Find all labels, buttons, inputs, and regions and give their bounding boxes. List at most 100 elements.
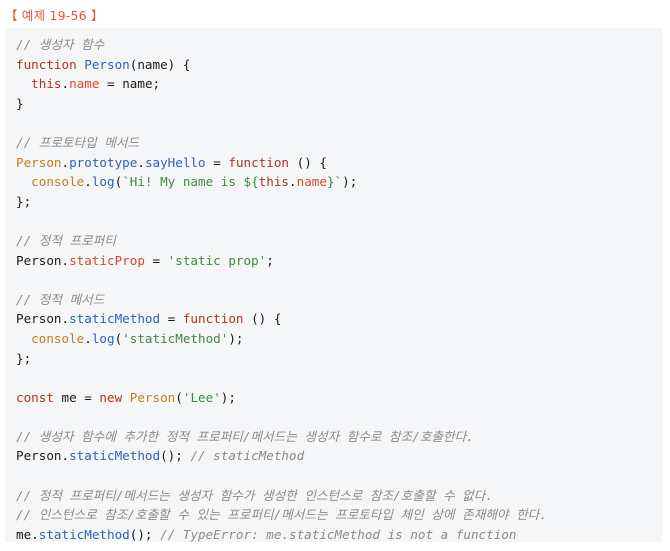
code-token-plain: }: [16, 95, 24, 111]
code-block: // 생성자 함수 function Person(name) { this.na…: [5, 28, 662, 542]
code-token-str: 'staticMethod': [122, 330, 229, 346]
code-token-plain: .: [84, 174, 92, 190]
code-line: Person.staticMethod(); // staticMethod: [16, 446, 662, 466]
code-token-comment: // 인스턴스로 참조/호출할 수 있는 프로퍼티/메서드는 프로토타입 체인 …: [16, 507, 547, 523]
code-token-plain: ();: [129, 526, 161, 542]
code-token-plain: );: [220, 389, 236, 405]
code-token-plain: );: [228, 330, 244, 346]
code-token-kw: const: [16, 389, 54, 405]
code-token-fn: staticMethod: [38, 526, 130, 542]
code-token-plain: .: [84, 330, 92, 346]
code-line: }: [16, 94, 662, 114]
code-token-plain: () {: [243, 311, 282, 327]
code-line: // 프로토타입 메서드: [16, 133, 662, 153]
code-line: Person.staticProp = 'static prop';: [16, 251, 662, 271]
code-token-plain: .: [61, 448, 70, 464]
code-token-comment: // 정적 프로퍼티: [16, 232, 116, 248]
code-line: console.log(`Hi! My name is ${this.name}…: [16, 172, 662, 192]
code-token-plain: =: [160, 311, 183, 327]
code-line: // 정적 프로퍼티/메서드는 생성자 함수가 생성한 인스턴스로 참조/호출할…: [16, 486, 662, 506]
code-token-str: }`: [326, 174, 343, 190]
code-line: // 정적 프로퍼티: [16, 231, 662, 251]
code-token-str: `Hi! My name is ${: [122, 174, 259, 190]
code-token-fn: prototype: [69, 154, 138, 170]
code-token-plain: .: [289, 174, 297, 190]
code-token-plain: .: [61, 311, 70, 327]
code-token-cls: console: [31, 330, 85, 346]
code-token-plain: Person: [16, 311, 62, 327]
code-token-kw: this: [258, 174, 290, 190]
code-line: // 인스턴스로 참조/호출할 수 있는 프로퍼티/메서드는 프로토타입 체인 …: [16, 505, 662, 525]
code-token-prop: staticProp: [69, 252, 145, 268]
code-token-plain: .: [61, 252, 70, 268]
code-token-plain: (: [175, 389, 183, 405]
code-token-cls: Person: [129, 389, 176, 405]
code-token-fn: staticMethod: [69, 311, 161, 327]
code-token-plain: .: [137, 154, 145, 170]
code-token-cls: Person: [16, 154, 62, 170]
code-token-plain: me: [16, 526, 32, 542]
code-token-plain: Person: [16, 448, 62, 464]
code-token-plain: (name) {: [129, 56, 191, 72]
code-line: // 생성자 함수에 추가한 정적 프로퍼티/메서드는 생성자 함수로 참조/호…: [16, 427, 662, 447]
code-token-str: 'static prop': [167, 252, 267, 268]
code-line: // 생성자 함수: [16, 35, 662, 55]
code-token-fn: sayHello: [144, 154, 206, 170]
code-line: console.log('staticMethod');: [16, 329, 662, 349]
code-token-comment: // staticMethod: [190, 448, 305, 464]
code-token-comment: // 정적 메서드: [16, 291, 105, 307]
code-token-plain: .: [31, 526, 39, 542]
code-token-kw: function: [182, 311, 244, 327]
code-token-plain: =: [144, 252, 168, 268]
code-token-fn: staticMethod: [69, 448, 161, 464]
code-token-fn: log: [91, 330, 115, 346]
code-token-kw: new: [99, 389, 123, 405]
code-line: const me = new Person('Lee');: [16, 388, 662, 408]
code-line: // 정적 메서드: [16, 290, 662, 310]
code-token-prop: name: [69, 76, 100, 92]
code-token-plain: );: [342, 174, 358, 190]
code-token-comment: // 프로토타입 메서드: [16, 134, 140, 150]
code-line: me.staticMethod(); // TypeError: me.stat…: [16, 525, 662, 545]
code-line: Person.prototype.sayHello = function () …: [16, 153, 662, 173]
code-line: function Person(name) {: [16, 55, 662, 75]
code-token-comment: // 생성자 함수: [16, 37, 105, 52]
code-token-plain: ;: [266, 252, 274, 268]
code-token-plain: Person: [16, 252, 62, 268]
code-line: };: [16, 192, 662, 212]
code-line: this.name = name;: [16, 74, 662, 94]
code-token-plain: };: [16, 193, 32, 209]
code-token-prop: name: [296, 174, 327, 190]
code-token-comment: // TypeError: me.staticMethod is not a f…: [160, 526, 517, 542]
code-token-kw: this: [31, 76, 62, 92]
code-token-plain: () {: [289, 154, 327, 170]
code-line: };: [16, 349, 662, 369]
example-title: 【 예제 19-56 】: [5, 8, 104, 23]
code-token-plain: = name;: [99, 76, 161, 92]
code-token-kw: function: [16, 56, 77, 72]
code-token-plain: ();: [160, 448, 191, 464]
code-token-plain: };: [16, 350, 32, 366]
code-token-plain: me =: [53, 389, 100, 405]
code-token-fn: Person: [84, 56, 130, 72]
code-token-plain: =: [205, 154, 229, 170]
code-token-cls: console: [31, 174, 85, 190]
code-token-kw: function: [228, 154, 290, 170]
code-token-plain: .: [61, 154, 70, 170]
code-token-comment: // 생성자 함수에 추가한 정적 프로퍼티/메서드는 생성자 함수로 참조/호…: [16, 428, 474, 444]
code-line: Person.staticMethod = function () {: [16, 309, 662, 329]
code-token-plain: .: [61, 76, 70, 92]
code-token-str: 'Lee': [182, 389, 221, 405]
code-token-comment: // 정적 프로퍼티/메서드는 생성자 함수가 생성한 인스턴스로 참조/호출할…: [16, 487, 493, 503]
code-token-fn: log: [91, 174, 115, 190]
